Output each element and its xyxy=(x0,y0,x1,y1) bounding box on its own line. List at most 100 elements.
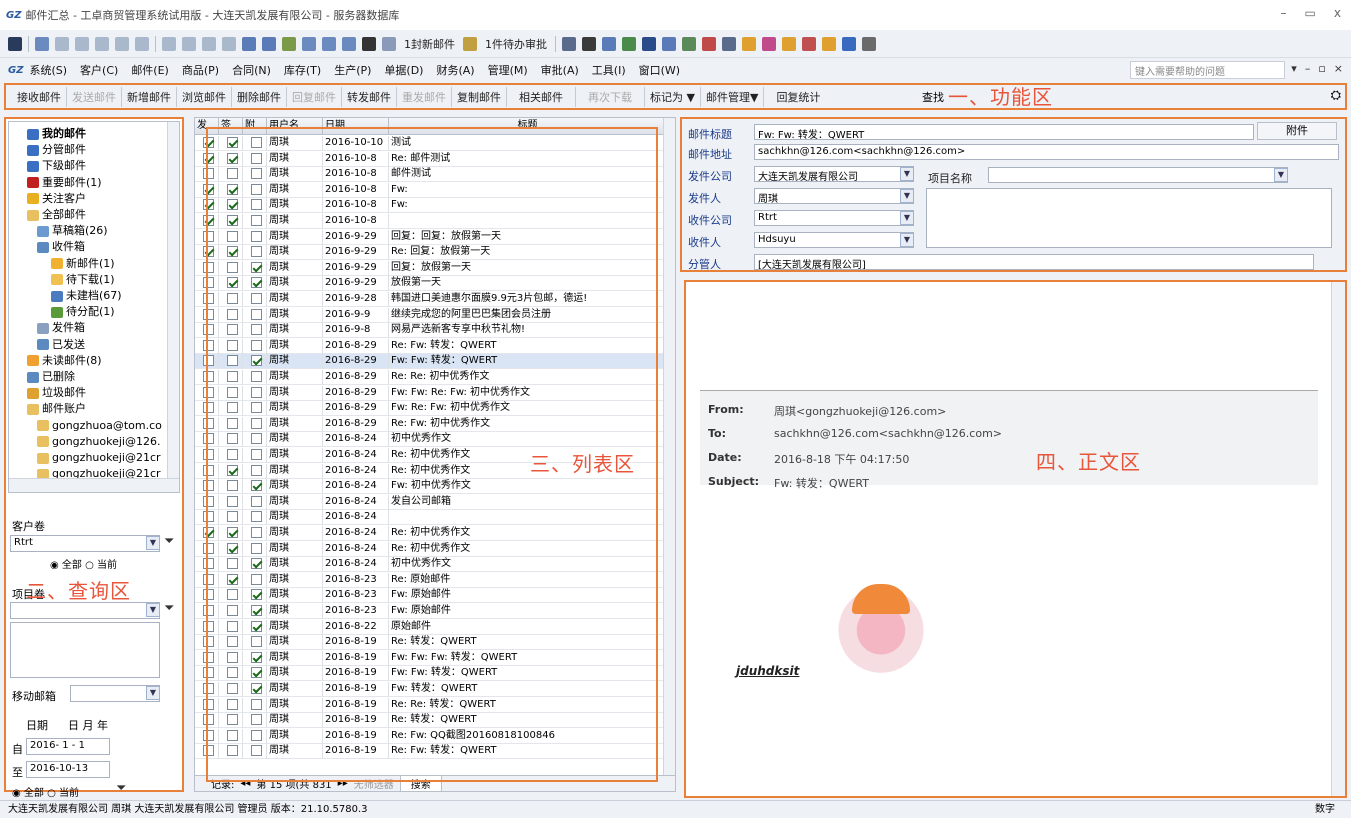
related-mail-button[interactable]: 相关邮件 xyxy=(507,86,576,107)
doc-icon[interactable] xyxy=(115,36,129,51)
checkbox[interactable] xyxy=(227,449,238,460)
menu-system[interactable]: 系统(S) xyxy=(29,62,67,78)
checkbox[interactable] xyxy=(227,667,238,679)
list-search-input[interactable]: 搜索 xyxy=(399,775,442,791)
table-row[interactable]: 周琪 2016-8-24 Re: 初中优秀作文 xyxy=(195,541,665,557)
checkbox[interactable] xyxy=(203,371,214,382)
calculator-icon[interactable] xyxy=(562,36,576,51)
checkbox[interactable] xyxy=(251,308,262,320)
checkbox[interactable] xyxy=(203,293,214,304)
checkbox[interactable] xyxy=(251,449,262,460)
home-icon[interactable] xyxy=(35,36,49,51)
binoculars-icon[interactable] xyxy=(362,36,376,51)
checkbox[interactable] xyxy=(251,293,262,304)
table-row[interactable]: 周琪 2016-8-24 初中优秀作文 xyxy=(195,557,665,573)
approval-icon[interactable] xyxy=(463,36,477,51)
checkbox[interactable] xyxy=(203,183,214,195)
record-icon[interactable] xyxy=(8,36,22,51)
chevron-down-icon[interactable]: ▼ xyxy=(900,167,914,181)
body-scrollbar[interactable] xyxy=(1331,282,1345,796)
mark-as-button[interactable]: 标记为 ▼ xyxy=(645,86,701,107)
checkbox[interactable] xyxy=(203,480,214,492)
next-record-icon[interactable]: ▸▸ xyxy=(338,778,348,789)
table-row[interactable]: 周琪 2016-8-22 原始邮件 xyxy=(195,619,665,635)
filter-icon[interactable] xyxy=(282,36,296,51)
checkbox[interactable] xyxy=(203,386,214,398)
sort-desc-icon[interactable] xyxy=(262,36,276,51)
checkbox[interactable] xyxy=(251,714,262,726)
checkbox[interactable] xyxy=(227,729,238,741)
col-attachment[interactable]: 附 xyxy=(243,118,267,134)
checkbox[interactable] xyxy=(203,729,214,741)
menu-window[interactable]: 窗口(W) xyxy=(639,62,680,78)
folder-icon[interactable] xyxy=(742,36,756,51)
checkbox[interactable] xyxy=(203,605,214,616)
table-row[interactable]: 周琪 2016-8-29 Re: Re: 初中优秀作文 xyxy=(195,370,665,385)
chevron-down-icon[interactable]: ▼ xyxy=(1274,168,1288,182)
menu-approval[interactable]: 审批(A) xyxy=(541,62,579,78)
checkbox[interactable] xyxy=(227,308,238,320)
restore-icon[interactable]: ▭ xyxy=(1305,6,1316,20)
menu-product[interactable]: 商品(P) xyxy=(182,62,219,78)
checkbox[interactable] xyxy=(203,495,214,507)
minimize-icon[interactable]: – xyxy=(1281,6,1287,20)
project-name-field[interactable] xyxy=(988,167,1288,183)
checkbox[interactable] xyxy=(227,293,238,304)
tree-item[interactable]: 发件箱 xyxy=(37,320,85,336)
checkbox[interactable] xyxy=(203,215,214,226)
menu-management[interactable]: 管理(M) xyxy=(488,62,528,78)
checkbox[interactable] xyxy=(251,183,262,195)
checkbox[interactable] xyxy=(251,230,262,242)
checkbox[interactable] xyxy=(251,667,262,679)
table-row[interactable]: 周琪 2016-10-8 邮件测试 xyxy=(195,167,665,183)
checkbox[interactable] xyxy=(227,745,238,757)
funnel-icon[interactable] xyxy=(302,36,316,51)
badge-icon[interactable] xyxy=(782,36,796,51)
minimize-icon[interactable]: – xyxy=(1305,62,1311,75)
checkbox[interactable] xyxy=(203,417,214,429)
attachment-button[interactable]: 附件 xyxy=(1257,122,1337,140)
checkbox[interactable] xyxy=(227,183,238,195)
menu-customer[interactable]: 客户(C) xyxy=(80,62,118,78)
checkbox[interactable] xyxy=(203,511,214,523)
checkbox[interactable] xyxy=(251,199,262,211)
tree-item[interactable]: gongzhuokeji@21cr xyxy=(37,450,161,466)
checkbox[interactable] xyxy=(251,433,262,445)
copy-icon[interactable] xyxy=(222,36,236,51)
checkbox[interactable] xyxy=(251,464,262,476)
checkbox[interactable] xyxy=(251,636,262,648)
col-title[interactable]: 标题 xyxy=(389,118,665,134)
copy-mail-button[interactable]: 复制邮件 xyxy=(452,86,507,107)
checkbox[interactable] xyxy=(203,339,214,351)
calendar-icon[interactable] xyxy=(602,36,616,51)
chevron-down-icon[interactable]: ▼ xyxy=(900,211,914,225)
checkbox[interactable] xyxy=(227,168,238,180)
help-icon[interactable] xyxy=(842,36,856,51)
checkbox[interactable] xyxy=(251,417,262,429)
menu-finance[interactable]: 财务(A) xyxy=(436,62,474,78)
checkbox[interactable] xyxy=(251,495,262,507)
checkbox[interactable] xyxy=(203,324,214,336)
close-icon[interactable]: × xyxy=(1334,62,1343,75)
checkbox[interactable] xyxy=(251,605,262,616)
day-button[interactable]: 日 xyxy=(68,719,79,732)
manager-field[interactable]: [大连天凯发展有限公司] xyxy=(754,254,1314,270)
tree-item[interactable]: 垃圾邮件 xyxy=(27,385,86,401)
chevron-down-icon[interactable]: ▼ xyxy=(900,233,914,247)
chart-icon[interactable] xyxy=(622,36,636,51)
sort-asc-icon[interactable] xyxy=(242,36,256,51)
checkbox[interactable] xyxy=(203,168,214,180)
camera-icon[interactable] xyxy=(582,36,596,51)
tree-item[interactable]: 待下载(1) xyxy=(51,272,115,288)
checkbox[interactable] xyxy=(227,605,238,616)
checkbox[interactable] xyxy=(227,527,238,538)
checkbox[interactable] xyxy=(227,480,238,492)
send-mail-button[interactable]: 发送邮件 xyxy=(67,86,122,107)
cut-icon[interactable] xyxy=(202,36,216,51)
checkbox[interactable] xyxy=(251,745,262,757)
tree-item[interactable]: 草稿箱(26) xyxy=(37,223,108,239)
tree-item[interactable]: 我的邮件 xyxy=(27,126,86,142)
tree-item[interactable]: 邮件账户 xyxy=(27,401,86,417)
checkbox[interactable] xyxy=(227,433,238,445)
checkbox[interactable] xyxy=(227,464,238,476)
